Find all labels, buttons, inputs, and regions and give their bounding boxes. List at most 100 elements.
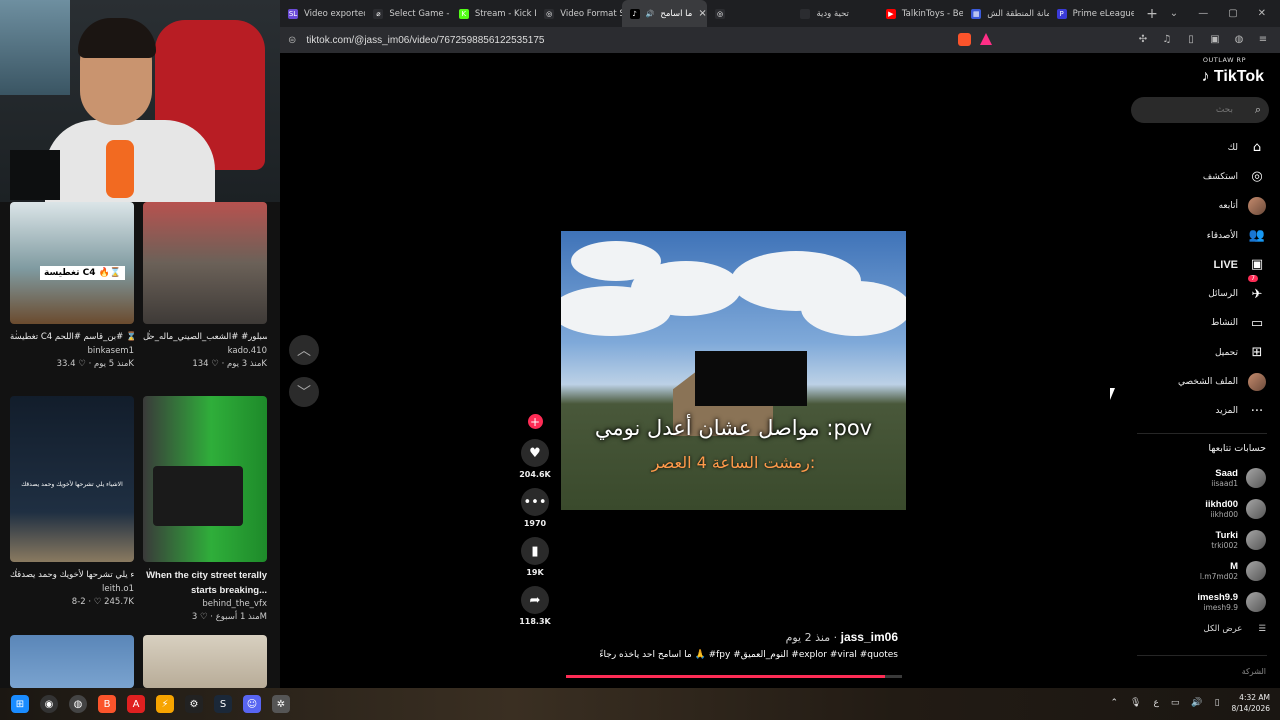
following-account[interactable]: imesh9.9 imesh9.9 xyxy=(1126,588,1266,616)
sidebar-item-upload[interactable]: تحميل ⊞ xyxy=(1126,338,1266,367)
windows-start-icon[interactable]: ⊞ xyxy=(11,695,29,713)
search-box[interactable]: ⌕ xyxy=(1131,97,1269,123)
sidebar-item-following[interactable]: أتابعه xyxy=(1126,192,1266,221)
browser-tab[interactable]: ◎ Video Format Sh xyxy=(536,0,622,27)
save-action[interactable]: ▮ 19K xyxy=(515,537,555,580)
brave-rewards-icon[interactable] xyxy=(980,33,992,45)
feed-thumbnail[interactable] xyxy=(10,635,134,688)
feed-thumbnail[interactable] xyxy=(143,635,267,688)
browser-tab[interactable]: ⌀ Select Game - O xyxy=(365,0,451,27)
feed-thumbnail[interactable] xyxy=(143,202,267,324)
sidebar-item-profile[interactable]: الملف الشخصي xyxy=(1126,367,1266,396)
following-account[interactable]: Turki trki002 xyxy=(1126,526,1266,554)
browser-tab[interactable]: K Stream - Kick Da xyxy=(451,0,536,27)
see-all-link[interactable]: عرض الكل ☰ xyxy=(1126,624,1266,634)
next-video-button[interactable]: ﹀ xyxy=(289,377,319,407)
more-options-icon[interactable]: ⋮ xyxy=(12,330,21,340)
app-lightning-icon[interactable]: ⚡ xyxy=(156,695,174,713)
mic-icon[interactable]: 🎙 xyxy=(1130,698,1141,708)
feed-author[interactable]: binkasem1 xyxy=(10,345,134,358)
sidebar-item-live[interactable]: LIVE ▣ xyxy=(1126,250,1266,279)
more-options-icon[interactable]: ⋮ xyxy=(145,330,154,340)
maximize-icon[interactable]: ▢ xyxy=(1228,8,1237,19)
settings-icon[interactable]: ⚙ xyxy=(185,695,203,713)
browser-tab[interactable]: تحية ودية xyxy=(792,0,877,27)
network-icon[interactable]: ▭ xyxy=(1171,698,1180,708)
address-bar[interactable]: ⊜ tiktok.com/@jass_im06/video/7672598856… xyxy=(280,27,1280,53)
tab-audio-icon[interactable]: 🔊 xyxy=(646,10,655,18)
browser-tab[interactable]: ▶ TalkinToys - Befo xyxy=(878,0,963,27)
battery-icon[interactable]: ▯ xyxy=(1215,698,1220,708)
share-action[interactable]: ➦ 118.3K xyxy=(515,586,555,629)
browser-tab[interactable]: P Prime eLeague xyxy=(1049,0,1134,27)
previous-video-button[interactable]: ︿ xyxy=(289,335,319,365)
feed-author[interactable]: kado.410 xyxy=(143,345,267,358)
feed-thumbnail[interactable]: الاشياء يلي تشرحها لأخويك وحمد يصدقك xyxy=(10,396,134,562)
media-icon[interactable]: ♫ xyxy=(1160,32,1174,46)
post-author[interactable]: jass_im06 xyxy=(841,630,898,644)
feed-card[interactable]: ⋮ باور# باور بمن حضر #اكسبلور# #الشعب_ال… xyxy=(143,202,267,371)
comment-icon[interactable]: ••• xyxy=(521,488,549,516)
browser-tab[interactable]: ♪ 🔊 ما اسامح × xyxy=(621,0,708,27)
minimize-icon[interactable]: — xyxy=(1198,8,1208,19)
following-account[interactable]: Ml.m7md02 xyxy=(1126,557,1266,585)
search-icon[interactable]: ⌕ xyxy=(1255,103,1261,117)
obs-icon[interactable]: ◉ xyxy=(40,695,58,713)
sidebar-item-activity[interactable]: النشاط ▭ xyxy=(1126,309,1266,338)
close-window-icon[interactable]: ✕ xyxy=(1258,8,1266,19)
feed-author[interactable]: behind_the_vfx xyxy=(143,598,267,611)
new-tab-button[interactable]: + xyxy=(1134,6,1170,22)
volume-icon[interactable]: 🔊 xyxy=(1191,698,1202,708)
recorder-icon[interactable]: ◍ xyxy=(69,695,87,713)
feed-thumbnail[interactable] xyxy=(143,396,267,562)
chevron-up-icon[interactable]: ⌃ xyxy=(1110,698,1118,708)
sidebar-item-home[interactable]: لك ⌂ xyxy=(1126,133,1266,162)
video-player[interactable]: مواصل عشان أعدل نومي :pov رمشت الساعة 4 … xyxy=(561,231,906,510)
more-options-icon[interactable]: ⋮ xyxy=(12,568,21,578)
clock[interactable]: 4:32 AM 8/14/2026 xyxy=(1232,692,1270,714)
heart-icon[interactable]: ♥ xyxy=(521,439,549,467)
share-icon[interactable]: ➦ xyxy=(521,586,549,614)
feed-card[interactable]: الاشياء يلي تشرحها لأخويك وحمد يصدقك ⋮ ا… xyxy=(10,396,134,609)
tiktok-logo[interactable]: ♪ TikTok xyxy=(1201,68,1264,86)
feed-card[interactable]: تغطيسة C4 🔥⌛ ⋮ تغطيسة C4 مع البطل أبو رب… xyxy=(10,202,134,371)
feed-author[interactable]: leith.o1 xyxy=(10,583,134,596)
chevron-down-icon[interactable]: ⌄ xyxy=(1170,8,1178,19)
brave-shield-icon[interactable] xyxy=(958,33,971,46)
search-input[interactable] xyxy=(1131,97,1241,123)
sidebar-toggle-icon[interactable]: ▯ xyxy=(1184,32,1198,46)
discord-icon[interactable]: ☺ xyxy=(243,695,261,713)
url-text[interactable]: tiktok.com/@jass_im06/video/767259885612… xyxy=(306,35,544,46)
sidebar-item-friends[interactable]: الأصدقاء 👥 xyxy=(1126,221,1266,250)
site-settings-icon[interactable]: ⊜ xyxy=(288,35,296,46)
more-options-icon[interactable]: ⋮ xyxy=(145,568,154,578)
brave-icon[interactable]: B xyxy=(98,695,116,713)
app-gear-icon[interactable]: ✲ xyxy=(272,695,290,713)
company-link[interactable]: الشركة xyxy=(1242,667,1266,676)
feed-card[interactable]: ⋮ When the city street terally starts br… xyxy=(143,396,267,624)
bookmark-icon[interactable]: ▮ xyxy=(521,537,549,565)
menu-icon[interactable]: ≡ xyxy=(1256,32,1270,46)
feed-card[interactable] xyxy=(143,635,267,688)
like-action[interactable]: ♥ 204.6K xyxy=(515,439,555,482)
extensions-icon[interactable]: ✣ xyxy=(1136,32,1150,46)
browser-tab[interactable]: ◎ xyxy=(707,0,792,27)
feed-card[interactable] xyxy=(10,635,134,688)
feed-thumbnail[interactable]: تغطيسة C4 🔥⌛ xyxy=(10,202,134,324)
sidebar-item-more[interactable]: المزيد ··· xyxy=(1126,397,1266,426)
steam-icon[interactable]: S xyxy=(214,695,232,713)
following-account[interactable]: iikhd00 iikhd00 xyxy=(1126,495,1266,523)
comment-action[interactable]: ••• 1970 xyxy=(515,488,555,531)
vpn-icon[interactable]: ◍ xyxy=(1232,32,1246,46)
following-account[interactable]: Saad iisaad1 xyxy=(1126,464,1266,492)
app-a-icon[interactable]: A xyxy=(127,695,145,713)
sidebar-item-explore[interactable]: استكشف ◎ xyxy=(1126,162,1266,191)
tab-close-icon[interactable]: × xyxy=(698,8,706,19)
video-progress-bar[interactable] xyxy=(566,675,902,678)
language-indicator[interactable]: ع xyxy=(1153,698,1158,708)
sidebar-item-messages[interactable]: الرسائل ✈ 7 xyxy=(1126,275,1266,308)
browser-tab[interactable]: ▦ أمانة المنطقة الش xyxy=(963,0,1049,27)
wallet-icon[interactable]: ▣ xyxy=(1208,32,1222,46)
browser-tab[interactable]: SL Video exported xyxy=(280,0,365,27)
follow-plus-button[interactable]: + xyxy=(527,414,543,429)
